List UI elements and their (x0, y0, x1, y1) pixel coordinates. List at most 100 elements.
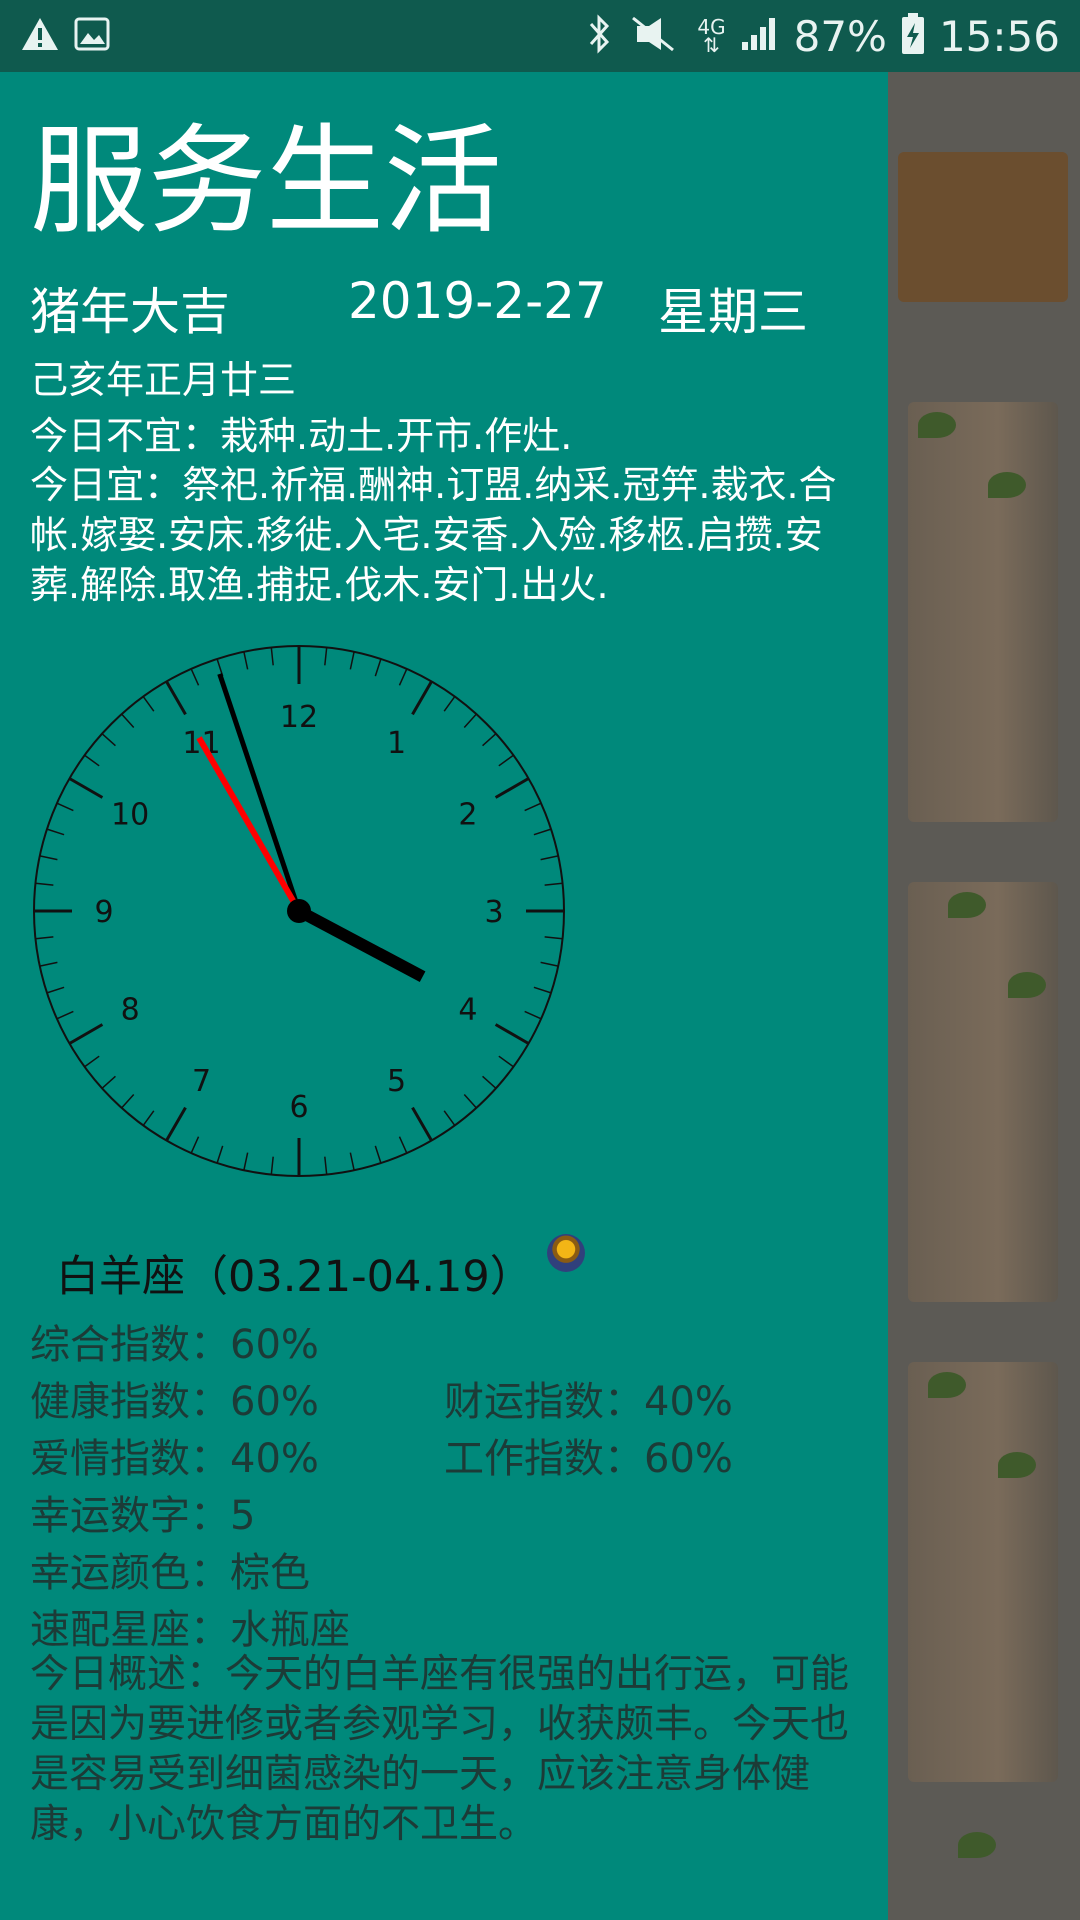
battery-percent: 87% (793, 11, 887, 61)
clock-minor-tick (190, 668, 200, 686)
clock-minor-tick (544, 936, 563, 940)
analog-clock: 121234567891011 (30, 642, 568, 1180)
hour-hand (296, 905, 426, 983)
clock-number: 7 (192, 1064, 211, 1099)
clock-number: 10 (111, 798, 149, 833)
clock-major-tick (411, 680, 433, 716)
clock-number: 5 (387, 1064, 406, 1099)
clock-number: 8 (121, 993, 140, 1028)
clock-major-tick (494, 777, 530, 799)
vine-decoration (918, 412, 956, 438)
warning-icon (20, 16, 60, 56)
background-app[interactable] (888, 72, 1080, 1920)
clock-minor-tick (443, 1110, 456, 1126)
daily-summary: 今日概述：今天的白羊座有很强的出行运，可能是因为要进修或者参观学习，收获颇丰。今… (30, 1652, 850, 1847)
clock-minor-tick (46, 828, 65, 836)
lucky-color: 幸运颜色：棕色 (30, 1550, 310, 1596)
vine-decoration (988, 472, 1026, 498)
clock-center-pin (287, 899, 311, 923)
clock-minor-tick (398, 1136, 408, 1154)
clock-minor-tick (349, 1152, 355, 1171)
clock-minor-tick (142, 1110, 155, 1126)
clock-number: 2 (458, 798, 477, 833)
weekday: 星期三 (658, 283, 808, 341)
clock-minor-tick (216, 1145, 224, 1164)
vine-decoration (928, 1372, 966, 1398)
navigation-drawer[interactable]: 服务生活 猪年大吉 2019-2-27 星期三 己亥年正月廿三 今日不宜：栽种.… (0, 72, 888, 1920)
clock-major-tick (68, 777, 104, 799)
background-card (908, 1362, 1058, 1782)
clock-minor-tick (498, 754, 514, 767)
clock-minor-tick (324, 647, 328, 666)
clock-minor-tick (540, 855, 559, 861)
clock-minor-tick (374, 658, 382, 677)
health-index: 健康指数：60% (30, 1379, 319, 1425)
clock-number: 3 (484, 895, 503, 930)
almanac-avoid: 今日不宜：栽种.动土.开市.作灶. (30, 414, 573, 458)
clock-minor-tick (270, 647, 274, 666)
clock-minor-tick (101, 733, 116, 747)
trophy-badge-icon[interactable] (546, 1234, 585, 1272)
clock-minor-tick (35, 936, 54, 940)
clock-minor-tick (544, 882, 563, 886)
clock-minor-tick (374, 1145, 382, 1164)
clock-minor-tick (121, 1094, 135, 1109)
image-icon (74, 17, 110, 55)
vine-decoration (948, 892, 986, 918)
clock-minor-tick (533, 828, 552, 836)
clock-minor-tick (101, 1075, 116, 1089)
background-card (908, 882, 1058, 1302)
clock-major-tick (411, 1106, 433, 1142)
clock-minor-tick (540, 961, 559, 967)
background-card (908, 402, 1058, 822)
clock-number: 12 (280, 700, 318, 735)
vine-decoration (958, 1832, 996, 1858)
clock-major-tick (165, 1106, 187, 1142)
clock-minor-tick (39, 855, 58, 861)
clock-minor-tick (190, 1136, 200, 1154)
clock-time: 15:56 (938, 11, 1060, 61)
clock-minor-tick (270, 1156, 274, 1175)
clock-minor-tick (39, 961, 58, 967)
gregorian-date: 2019-2-27 (348, 272, 607, 330)
zodiac-header: 白羊座（03.21-04.19） (56, 1234, 585, 1304)
clock-minor-tick (524, 802, 542, 812)
network-type: 4G ⇅ (697, 15, 726, 57)
bluetooth-icon (587, 14, 613, 58)
lucky-number: 幸运数字：5 (30, 1493, 256, 1539)
status-bar: 4G ⇅ 87% 15:56 (0, 0, 1080, 72)
clock-minor-tick (35, 882, 54, 886)
clock-minor-tick (524, 1010, 542, 1020)
lunar-date: 己亥年正月廿三 (30, 358, 297, 402)
clock-minor-tick (243, 1152, 249, 1171)
vine-decoration (998, 1452, 1036, 1478)
clock-minor-tick (142, 696, 155, 712)
zodiac-sign: 白羊座（03.21-04.19） (56, 1252, 533, 1302)
clock-major-tick (68, 1023, 104, 1045)
signal-icon (740, 16, 780, 56)
clock-minor-tick (463, 713, 477, 728)
clock-minor-tick (46, 986, 65, 994)
clock-minor-tick (349, 651, 355, 670)
clock-minor-tick (243, 651, 249, 670)
vine-decoration (1008, 972, 1046, 998)
match-sign: 速配星座：水瓶座 (30, 1607, 350, 1653)
overall-index: 综合指数：60% (30, 1322, 319, 1368)
clock-minor-tick (56, 1010, 74, 1020)
battery-charging-icon (901, 13, 925, 59)
date-row: 猪年大吉 2019-2-27 星期三 (30, 272, 860, 341)
clock-minor-tick (482, 1075, 497, 1089)
clock-major-tick (494, 1023, 530, 1045)
clock-minor-tick (482, 733, 497, 747)
clock-minor-tick (56, 802, 74, 812)
clock-number: 9 (94, 895, 113, 930)
clock-minor-tick (398, 668, 408, 686)
almanac-suitable: 今日宜：祭祀.祈福.酬神.订盟.纳采.冠笄.裁衣.合帐.嫁娶.安床.移徙.入宅.… (30, 463, 837, 607)
clock-minor-tick (443, 696, 456, 712)
work-index: 工作指数：60% (444, 1436, 733, 1482)
greeting: 猪年大吉 (30, 283, 230, 341)
clock-minor-tick (463, 1094, 477, 1109)
clock-minor-tick (324, 1156, 328, 1175)
clock-face: 121234567891011 (33, 645, 565, 1177)
clock-minor-tick (533, 986, 552, 994)
